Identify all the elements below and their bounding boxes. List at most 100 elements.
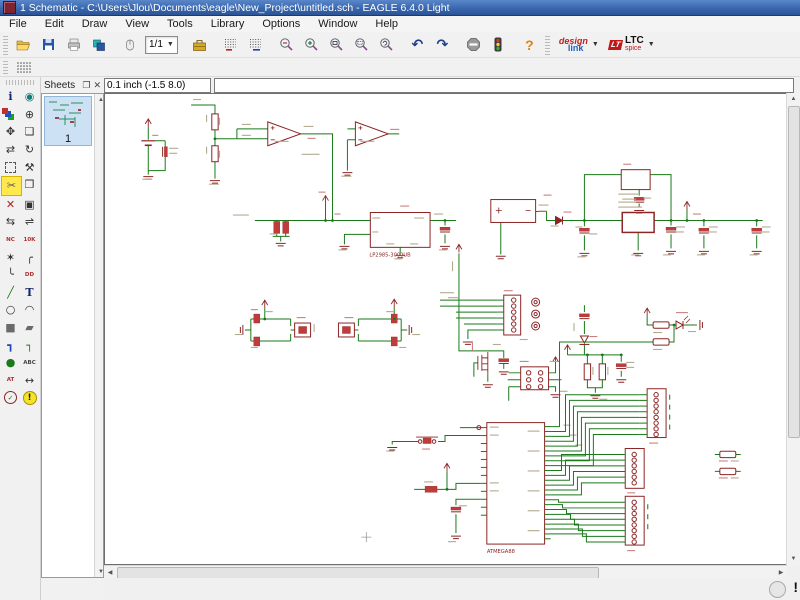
save-button[interactable] bbox=[37, 34, 60, 55]
print-button[interactable] bbox=[62, 34, 85, 55]
tool-arc-button[interactable]: ◠ bbox=[20, 301, 39, 319]
scroll-up-icon[interactable]: ▲ bbox=[787, 93, 800, 105]
tool-pinswap-button[interactable]: ⇆ bbox=[1, 213, 20, 231]
tool-group-button[interactable] bbox=[1, 158, 20, 176]
tool-junction-button[interactable]: ● bbox=[1, 354, 20, 372]
errors-icon: ! bbox=[23, 391, 37, 405]
ltc-name: LTC bbox=[625, 37, 644, 45]
menu-item-library[interactable]: Library bbox=[202, 17, 254, 31]
tool-text-button[interactable]: T bbox=[20, 284, 39, 302]
help-icon: ? bbox=[525, 37, 534, 53]
tool-errors-button[interactable]: ! bbox=[20, 389, 39, 407]
stop-button[interactable] bbox=[462, 34, 485, 55]
tool-rect-button[interactable]: ■ bbox=[1, 319, 20, 337]
horizontal-scrollbar[interactable]: ◀ ▶ bbox=[104, 565, 787, 579]
zoom-redraw-button[interactable] bbox=[375, 34, 398, 55]
tool-net-button[interactable]: ┐ bbox=[20, 336, 39, 354]
toolbar-drag-handle-2[interactable] bbox=[545, 35, 550, 55]
float-panel-icon[interactable]: ❐ bbox=[82, 80, 90, 91]
run-script-button[interactable] bbox=[219, 34, 242, 55]
tool-circle-button[interactable]: ○ bbox=[1, 301, 20, 319]
toolbar-drag-handle-3[interactable] bbox=[3, 60, 8, 74]
sheet-selector[interactable]: 1/1 ▼ bbox=[145, 36, 178, 54]
grid-button[interactable] bbox=[12, 57, 35, 78]
zoom-fit-icon bbox=[329, 37, 344, 52]
tool-info-button[interactable]: i bbox=[1, 88, 20, 106]
tool-cut-button[interactable]: ✂ bbox=[1, 176, 22, 196]
tool-show-button[interactable]: ◉ bbox=[20, 88, 39, 106]
menu-item-file[interactable]: File bbox=[0, 17, 36, 31]
command-input[interactable] bbox=[214, 78, 794, 93]
tool-delete-button[interactable]: ✕ bbox=[1, 196, 20, 214]
tool-value-button[interactable]: 10K bbox=[20, 231, 39, 249]
tool-miter-button[interactable]: ╭ bbox=[20, 248, 39, 266]
close-panel-icon[interactable]: ✕ bbox=[93, 80, 101, 91]
tool-name-button[interactable]: NC bbox=[1, 231, 20, 249]
menu-item-help[interactable]: Help bbox=[366, 17, 407, 31]
tool-move-button[interactable]: ✥ bbox=[1, 123, 20, 141]
zoom-fit-button[interactable] bbox=[325, 34, 348, 55]
paste-icon: ❒ bbox=[25, 178, 35, 191]
tool-paste-button[interactable]: ❒ bbox=[20, 176, 39, 194]
traffic-light-button[interactable] bbox=[487, 34, 510, 55]
tool-smash-button[interactable]: ✶ bbox=[1, 248, 20, 266]
show-icon: ◉ bbox=[25, 90, 35, 103]
tool-wire-button[interactable]: ╱ bbox=[1, 284, 20, 302]
sheets-scrollbar[interactable]: ▲ ▼ bbox=[94, 94, 103, 577]
vertical-scroll-thumb[interactable] bbox=[788, 106, 800, 438]
zoom-in-icon bbox=[304, 37, 319, 52]
menu-item-draw[interactable]: Draw bbox=[73, 17, 117, 31]
help-button[interactable]: ? bbox=[518, 34, 541, 55]
polygon-icon: ▰ bbox=[25, 321, 33, 334]
tool-attribute-button[interactable]: AT bbox=[1, 372, 20, 390]
tool-erc-button[interactable]: ✓ bbox=[1, 389, 20, 407]
move-icon: ✥ bbox=[6, 125, 15, 138]
undo-button[interactable]: ↶ bbox=[406, 34, 429, 55]
tool-bus-button[interactable]: ┓ bbox=[1, 336, 20, 354]
tool-add-button[interactable]: ▣ bbox=[20, 196, 39, 214]
tool-copy-button[interactable]: ❏ bbox=[20, 123, 39, 141]
zoom-in-button[interactable] bbox=[300, 34, 323, 55]
palette-drag-handle[interactable] bbox=[6, 80, 34, 85]
main-area: i◉⊕✥❏⇄↻⚒✂❒✕▣⇆⇌NC10K✶╭╰DD╱T○◠■▰┓┐●ABCAT↔✓… bbox=[0, 77, 800, 600]
tool-dimension-button[interactable]: ↔ bbox=[20, 372, 39, 390]
open-button[interactable] bbox=[12, 34, 35, 55]
scroll-down-icon[interactable]: ▼ bbox=[787, 553, 800, 565]
tool-label-button[interactable]: ABC bbox=[20, 354, 39, 372]
command-row: 0.1 inch (-1.5 8.0) bbox=[104, 77, 800, 93]
design-link-dropdown[interactable]: design link ▼ bbox=[559, 38, 599, 52]
junction-layer bbox=[214, 137, 758, 490]
vertical-scrollbar[interactable]: ▲ ▼ bbox=[786, 93, 800, 565]
tool-rotate-button[interactable]: ↻ bbox=[20, 141, 39, 159]
zoom-out-button[interactable] bbox=[275, 34, 298, 55]
menu-item-window[interactable]: Window bbox=[309, 17, 366, 31]
ltc-spice-dropdown[interactable]: LT LTC spice ▼ bbox=[609, 37, 655, 52]
menu-item-edit[interactable]: Edit bbox=[36, 17, 73, 31]
drop-panel-button[interactable] bbox=[118, 34, 141, 55]
tool-split-button[interactable]: ╰ bbox=[1, 266, 20, 284]
toolbar-drag-handle[interactable] bbox=[3, 35, 8, 55]
board-icon bbox=[92, 38, 106, 52]
switch-to-board-button[interactable] bbox=[87, 34, 110, 55]
zoom-select-button[interactable] bbox=[350, 34, 373, 55]
tool-mark-button[interactable]: ⊕ bbox=[20, 106, 39, 124]
chevron-down-icon: ▼ bbox=[648, 41, 655, 48]
tool-invoke-button[interactable]: DD bbox=[20, 266, 39, 284]
tool-mirror-button[interactable]: ⇄ bbox=[1, 141, 20, 159]
menu-item-view[interactable]: View bbox=[116, 17, 158, 31]
tool-display-button[interactable] bbox=[1, 106, 20, 124]
tool-polygon-button[interactable]: ▰ bbox=[20, 319, 39, 337]
menu-item-tools[interactable]: Tools bbox=[158, 17, 202, 31]
sheet-thumbnail-1[interactable]: 1 bbox=[44, 96, 92, 146]
mouse-icon bbox=[124, 38, 136, 52]
run-ulp-button[interactable] bbox=[244, 34, 267, 55]
tool-change-button[interactable]: ⚒ bbox=[20, 158, 39, 176]
use-library-button[interactable] bbox=[188, 34, 211, 55]
schematic-canvas[interactable]: LP2985-3000UB ATMEGA88 bbox=[104, 93, 787, 565]
schematic-drawing[interactable]: LP2985-3000UB ATMEGA88 bbox=[105, 94, 786, 564]
menu-item-options[interactable]: Options bbox=[253, 17, 309, 31]
redo-button[interactable]: ↷ bbox=[431, 34, 454, 55]
tool-gateswap-button[interactable]: ⇌ bbox=[20, 213, 39, 231]
work-area: 0.1 inch (-1.5 8.0) bbox=[104, 77, 800, 600]
component-layer bbox=[141, 122, 690, 545]
